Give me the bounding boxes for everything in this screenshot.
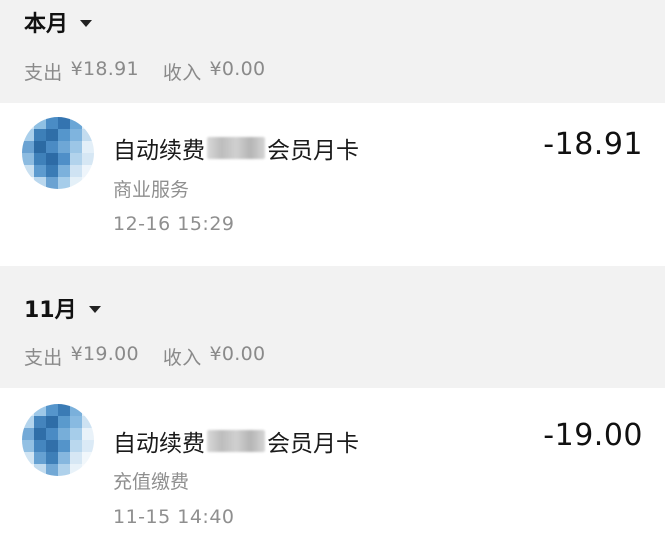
transaction-time: 12-16 15:29 [113, 213, 235, 235]
redacted-name [207, 137, 265, 159]
month-header-november: 11月 支出 ¥19.00 收入 ¥0.00 [0, 266, 665, 386]
transaction-title: 自动续费 会员月卡 [113, 131, 359, 165]
bill-list: 本月 支出 ¥18.91 收入 ¥0.00 自动续费 会员月卡 商业服务 12-… [0, 0, 665, 538]
merchant-avatar [22, 117, 94, 189]
transaction-row[interactable]: 自动续费 会员月卡 充值缴费 11-15 14:40 -19.00 [0, 388, 665, 538]
month-summary: 支出 ¥18.91 收入 ¥0.00 [24, 58, 265, 85]
month-summary: 支出 ¥19.00 收入 ¥0.00 [24, 343, 265, 370]
redacted-name [207, 430, 265, 452]
month-selector[interactable]: 本月 [24, 6, 93, 38]
transaction-amount: -19.00 [543, 418, 643, 453]
title-suffix: 会员月卡 [267, 431, 359, 457]
expense-value: ¥18.91 [70, 58, 139, 80]
income-value: ¥0.00 [209, 58, 266, 80]
expense-label: 支出 [24, 62, 63, 84]
merchant-avatar [22, 404, 94, 476]
transaction-category: 商业服务 [113, 179, 190, 201]
expense-value: ¥19.00 [70, 343, 139, 365]
title-prefix: 自动续费 [113, 431, 205, 457]
transaction-time: 11-15 14:40 [113, 506, 235, 528]
transaction-title: 自动续费 会员月卡 [113, 424, 359, 458]
month-title: 本月 [24, 12, 69, 37]
caret-down-icon [88, 305, 101, 313]
title-suffix: 会员月卡 [267, 138, 359, 164]
transaction-row[interactable]: 自动续费 会员月卡 商业服务 12-16 15:29 -18.91 [0, 103, 665, 266]
month-selector[interactable]: 11月 [24, 292, 101, 324]
income-label: 收入 [162, 347, 202, 369]
transaction-amount: -18.91 [543, 127, 643, 162]
expense-label: 支出 [24, 347, 63, 369]
title-prefix: 自动续费 [113, 138, 205, 164]
month-header-current: 本月 支出 ¥18.91 收入 ¥0.00 [0, 0, 665, 103]
income-value: ¥0.00 [209, 343, 266, 365]
month-title: 11月 [24, 298, 77, 323]
transaction-category: 充值缴费 [113, 471, 190, 493]
caret-down-icon [80, 19, 93, 27]
income-label: 收入 [162, 62, 202, 84]
